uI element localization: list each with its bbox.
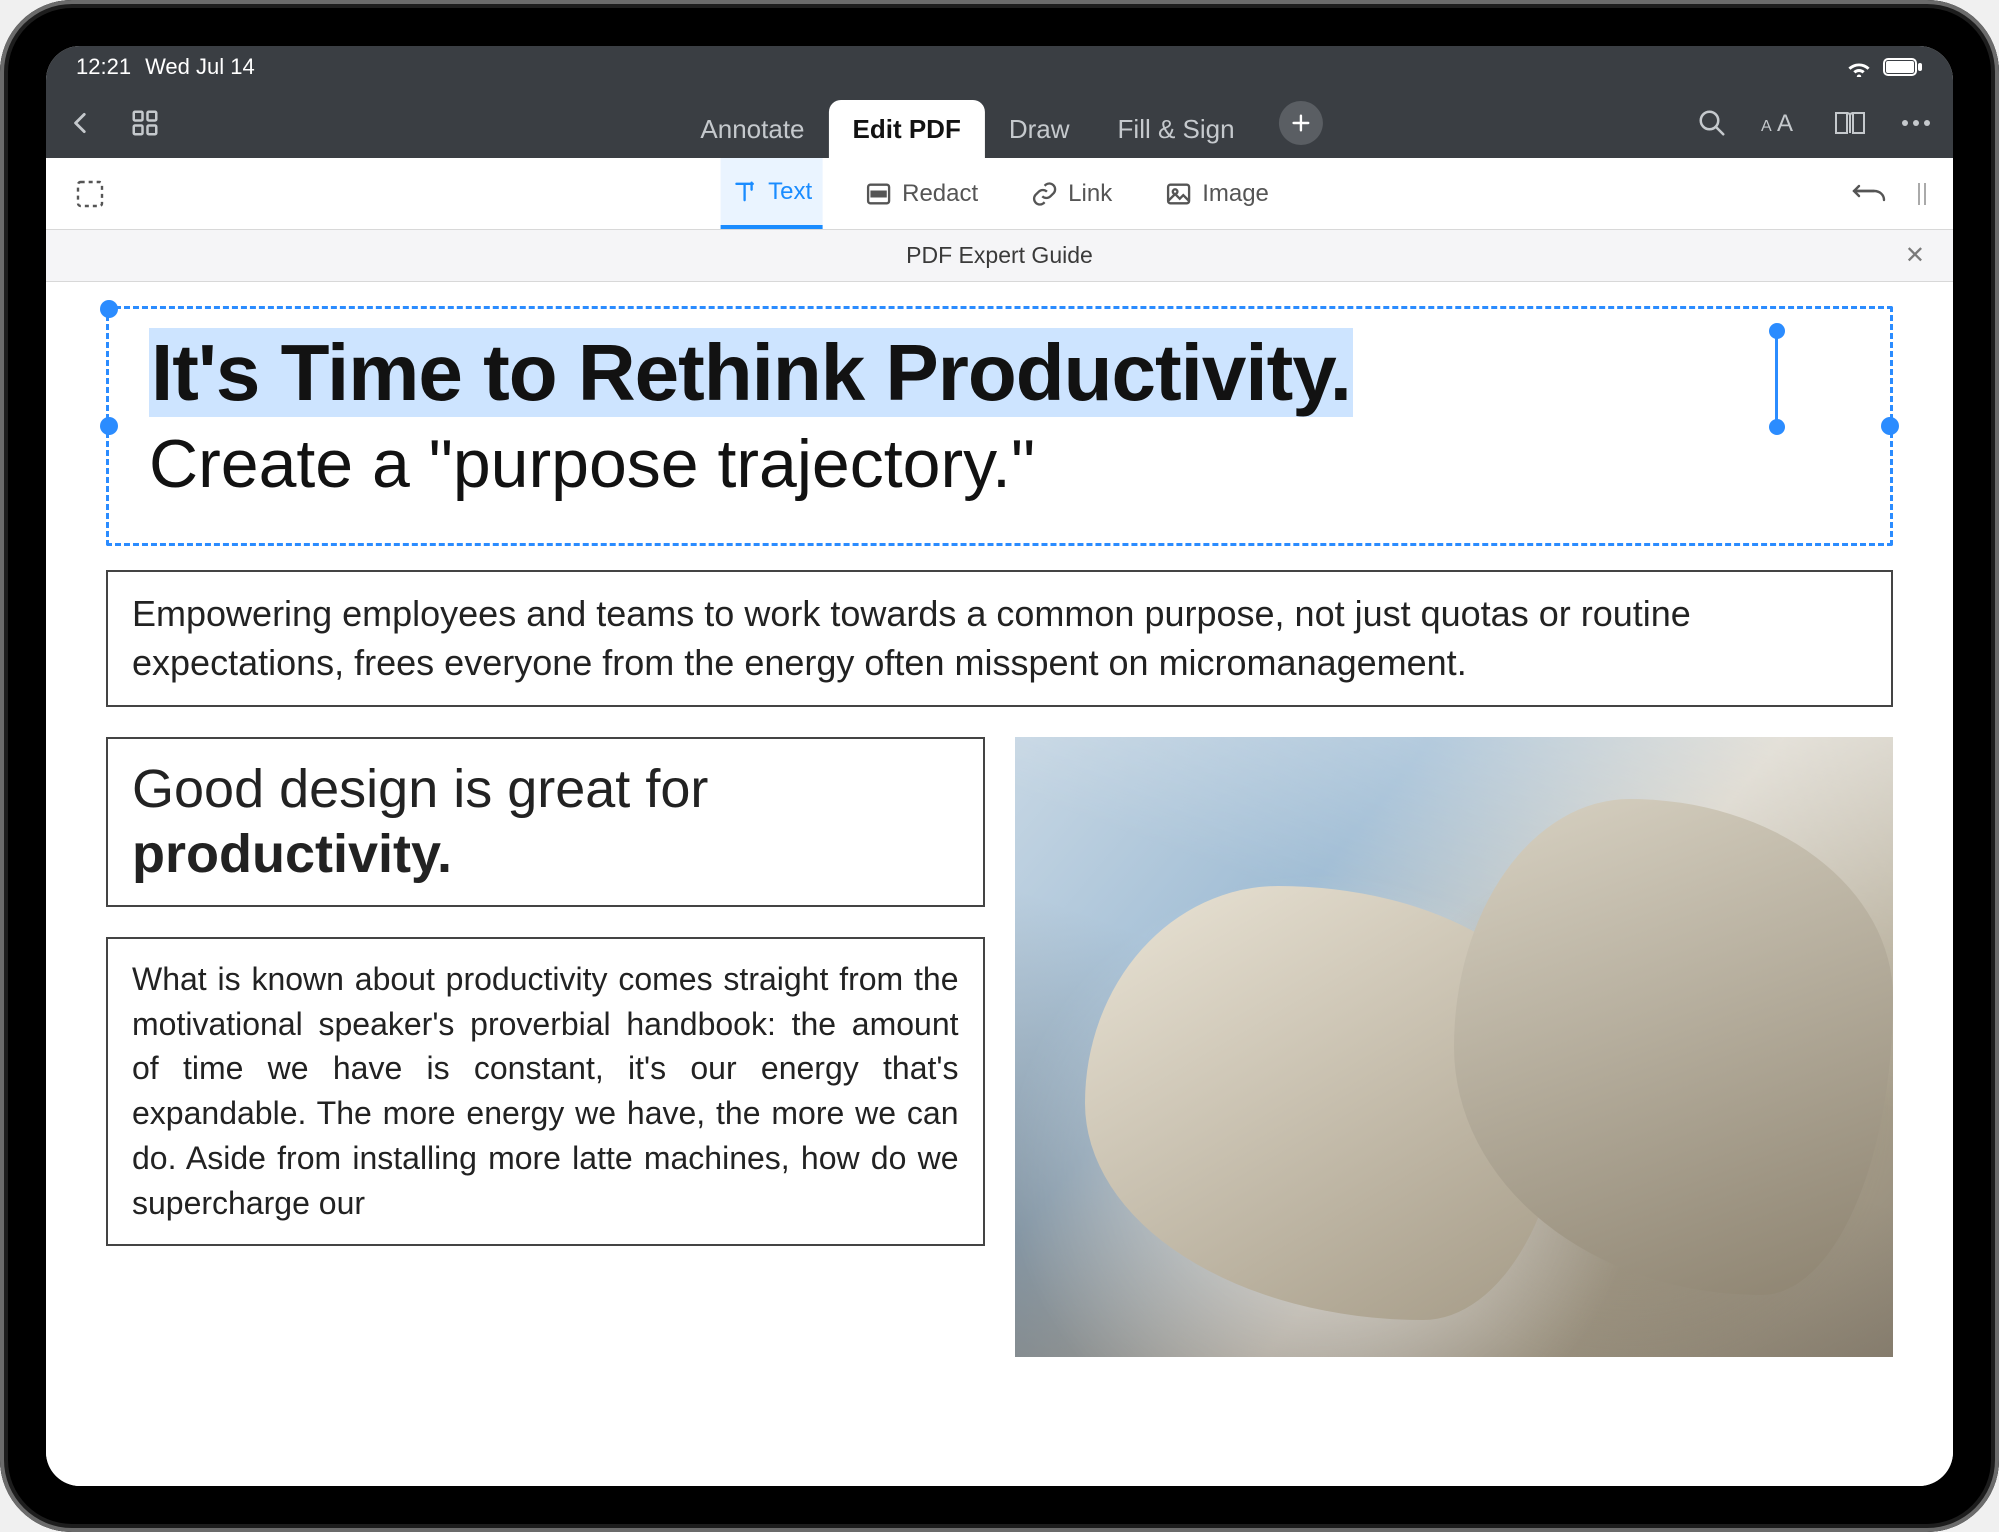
status-date: Wed Jul 14	[145, 54, 255, 80]
tool-label: Text	[768, 178, 812, 206]
resize-handle-icon[interactable]	[100, 300, 118, 318]
tool-text[interactable]: Text	[720, 158, 822, 229]
wifi-icon	[1845, 57, 1873, 77]
tab-fill-sign[interactable]: Fill & Sign	[1094, 100, 1259, 158]
add-tab-button[interactable]	[1279, 101, 1323, 145]
svg-text:A: A	[1761, 118, 1772, 135]
battery-icon	[1883, 58, 1923, 76]
tool-label: Link	[1068, 180, 1112, 208]
headline-text[interactable]: It's Time to Rethink Productivity.	[149, 328, 1353, 417]
two-column-layout: Good design is great for productivity. W…	[106, 737, 1893, 1357]
grid-icon[interactable]	[130, 108, 160, 138]
ipad-frame: 12:21 Wed Jul 14	[0, 0, 1999, 1532]
tab-edit-pdf[interactable]: Edit PDF	[829, 100, 985, 158]
tab-label: Annotate	[700, 114, 804, 145]
design-heading-strong: productivity.	[132, 824, 452, 884]
architecture-image[interactable]	[1015, 737, 1894, 1357]
tool-image[interactable]: Image	[1154, 158, 1279, 229]
intro-text-block[interactable]: Empowering employees and teams to work t…	[106, 570, 1893, 707]
tool-link[interactable]: Link	[1020, 158, 1122, 229]
history-handle-icon[interactable]	[1915, 180, 1929, 208]
undo-icon[interactable]	[1851, 182, 1887, 206]
text-edit-selection[interactable]: It's Time to Rethink Productivity. Creat…	[106, 306, 1893, 546]
resize-handle-icon[interactable]	[100, 417, 118, 435]
back-button[interactable]	[68, 110, 94, 136]
marquee-select-icon[interactable]	[70, 174, 110, 214]
tool-redact[interactable]: Redact	[854, 158, 988, 229]
close-file-button[interactable]: ✕	[1905, 241, 1925, 270]
status-time: 12:21	[76, 54, 131, 80]
search-icon[interactable]	[1697, 108, 1727, 138]
text-caret-icon[interactable]	[1775, 331, 1778, 427]
svg-text:A: A	[1777, 110, 1793, 137]
edit-toolbar: Text Redact Link Image	[46, 158, 1953, 230]
file-title: PDF Expert Guide	[906, 242, 1093, 269]
text-size-icon[interactable]: AA	[1761, 109, 1799, 137]
tab-label: Fill & Sign	[1118, 114, 1235, 145]
body-text: What is known about productivity comes s…	[132, 961, 959, 1221]
top-toolbar: Annotate Edit PDF Draw Fill & Sign AA	[46, 88, 1953, 158]
document-canvas[interactable]: It's Time to Rethink Productivity. Creat…	[46, 282, 1953, 1486]
design-heading-block[interactable]: Good design is great for productivity.	[106, 737, 985, 907]
subheadline-text[interactable]: Create a "purpose trajectory."	[149, 425, 1850, 503]
tab-annotate[interactable]: Annotate	[676, 100, 828, 158]
tool-label: Image	[1202, 180, 1269, 208]
more-icon[interactable]	[1901, 119, 1931, 127]
tab-draw[interactable]: Draw	[985, 100, 1094, 158]
tab-label: Draw	[1009, 114, 1070, 145]
tool-label: Redact	[902, 180, 978, 208]
book-icon[interactable]	[1833, 109, 1867, 137]
body-text-block[interactable]: What is known about productivity comes s…	[106, 937, 985, 1246]
intro-text: Empowering employees and teams to work t…	[132, 593, 1691, 683]
mode-tabs: Annotate Edit PDF Draw Fill & Sign	[676, 88, 1322, 158]
file-title-bar: PDF Expert Guide ✕	[46, 230, 1953, 282]
tab-label: Edit PDF	[853, 114, 961, 145]
design-heading-text: Good design is great for	[132, 759, 708, 819]
status-bar: 12:21 Wed Jul 14	[46, 46, 1953, 88]
resize-handle-icon[interactable]	[1881, 417, 1899, 435]
screen: 12:21 Wed Jul 14	[46, 46, 1953, 1486]
edit-tool-group: Text Redact Link Image	[720, 158, 1279, 229]
